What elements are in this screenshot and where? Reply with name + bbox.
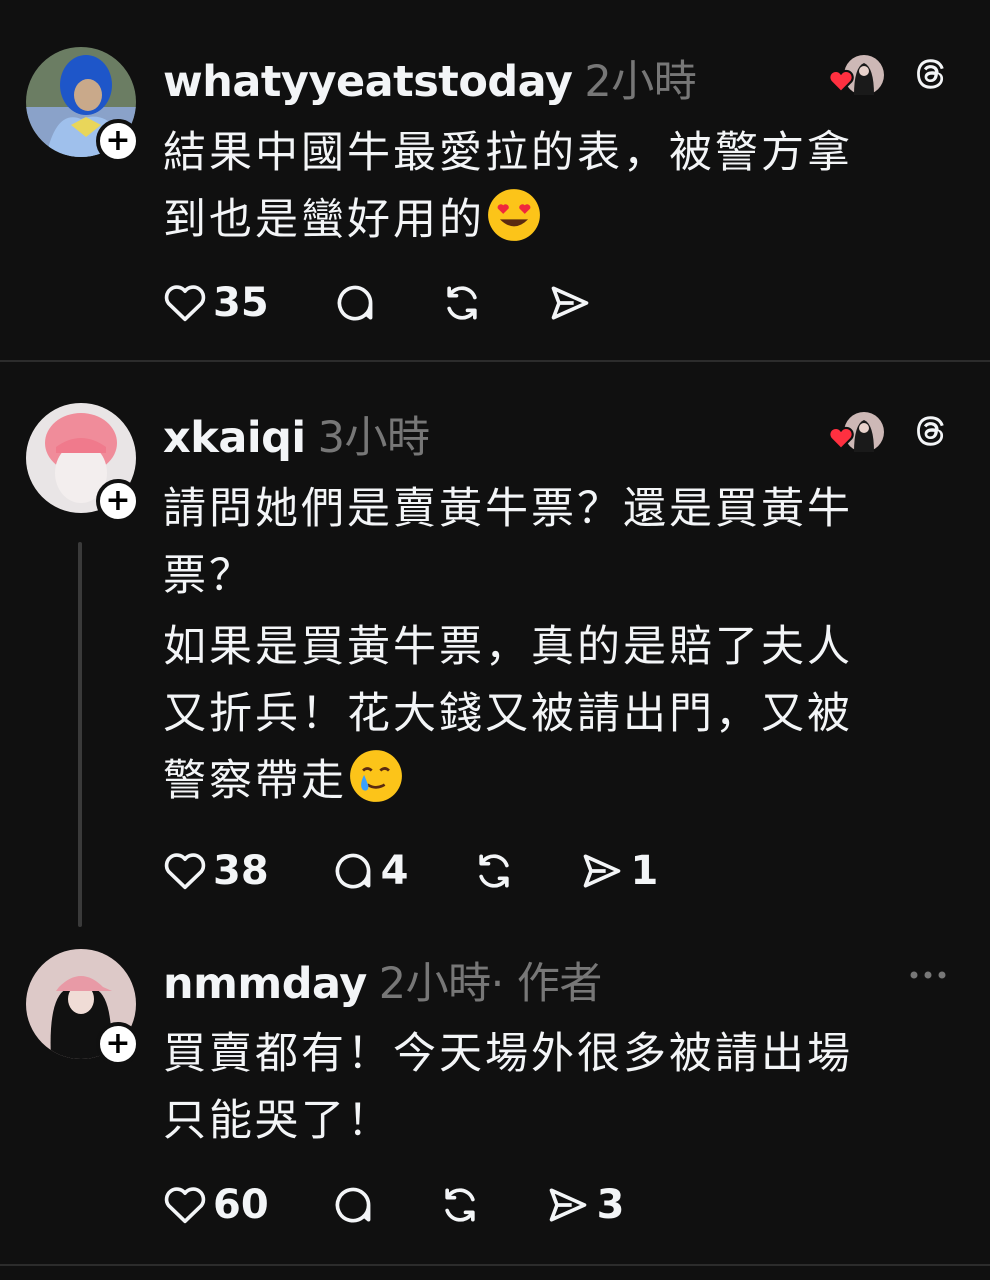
comment-post: + xkaiqi 3小時 請問她們是賣黃牛票？還是買黃牛 票？ 如果是買黃牛票，真… [0, 362, 990, 927]
divider [0, 1264, 990, 1266]
like-button[interactable]: 35 [163, 280, 269, 326]
repost-icon [445, 1188, 475, 1222]
text-line: 買賣都有！今天場外很多被請出場 [163, 1029, 853, 1079]
repost-button[interactable] [471, 849, 517, 893]
reply-button[interactable] [333, 281, 377, 325]
speech-bubble-icon [335, 853, 371, 889]
speech-bubble-icon [337, 285, 373, 321]
reply-button[interactable]: 4 [331, 848, 409, 894]
text-line: 票？ [163, 551, 255, 601]
text-line: 到也是蠻好用的 [163, 195, 485, 245]
username[interactable]: nmmday [163, 959, 367, 1009]
comment-header: whatyyeatstoday 2小時 [163, 47, 697, 109]
engagement-indicators [828, 53, 888, 97]
username[interactable]: xkaiqi [163, 413, 306, 463]
threads-logo-icon[interactable] [908, 410, 950, 452]
like-count: 35 [213, 280, 269, 326]
send-icon [583, 854, 620, 888]
action-bar: 38 4 1 [163, 846, 658, 896]
more-dots-icon[interactable] [906, 963, 950, 987]
repost-icon [447, 286, 477, 320]
comment-post: + nmmday 2小時· 作者 買賣都有！今天場外很多被請出場 只能哭了！ 60… [0, 927, 990, 1280]
timestamp: 2小時 [378, 959, 491, 1009]
text-line: 如果是買黃牛票，真的是賠了夫人 [163, 622, 853, 672]
timestamp: 3小時 [317, 413, 430, 463]
crying-smile-emoji-icon [349, 749, 403, 823]
comment-header: xkaiqi 3小時 [163, 403, 430, 465]
threads-logo-icon[interactable] [908, 53, 950, 95]
follow-plus-button[interactable]: + [96, 1022, 140, 1066]
repost-button[interactable] [437, 1183, 483, 1227]
text-line: 警察帶走 [163, 756, 347, 806]
speech-bubble-icon [335, 1187, 371, 1223]
comment-header: nmmday 2小時· 作者 [163, 949, 602, 1011]
send-icon [551, 286, 589, 320]
liked-by-author-indicator[interactable] [828, 410, 888, 454]
share-count: 3 [596, 1182, 625, 1228]
timestamp: 2小時 [584, 57, 697, 107]
action-bar: 35 [163, 278, 593, 328]
repost-icon [478, 854, 509, 888]
text-line: 結果中國牛最愛拉的表，被警方拿 [163, 128, 853, 178]
share-button[interactable] [547, 281, 593, 325]
share-button[interactable]: 1 [579, 848, 659, 894]
like-button[interactable]: 38 [163, 848, 269, 894]
engagement-indicators [828, 410, 888, 454]
reply-button[interactable] [331, 1183, 375, 1227]
reply-count: 4 [380, 848, 409, 894]
username[interactable]: whatyyeatstoday [163, 57, 573, 107]
heart-outline-icon [164, 1187, 206, 1224]
like-button[interactable]: 60 [163, 1182, 269, 1228]
comment-post: + whatyyeatstoday 2小時 結果中國牛最愛拉的表，被警方拿 到也是… [0, 0, 990, 360]
share-button[interactable]: 3 [545, 1182, 625, 1228]
heart-filled-icon [828, 69, 854, 93]
text-line: 只能哭了！ [163, 1096, 393, 1146]
heart-outline-icon [164, 285, 206, 322]
repost-button[interactable] [439, 281, 485, 325]
follow-plus-button[interactable]: + [96, 479, 140, 523]
text-line: 請問她們是賣黃牛票？還是買黃牛 [163, 484, 853, 534]
author-label: · 作者 [490, 959, 603, 1009]
send-icon [549, 1188, 587, 1222]
share-count: 1 [630, 848, 659, 894]
heart-filled-icon [828, 426, 854, 450]
comment-text: 買賣都有！今天場外很多被請出場 只能哭了！ [163, 1021, 943, 1155]
like-count: 60 [213, 1182, 269, 1228]
heart-outline-icon [164, 853, 206, 890]
follow-plus-button[interactable]: + [96, 119, 140, 163]
text-line: 又折兵！花大錢又被請出門，又被 [163, 689, 853, 739]
liked-by-author-indicator[interactable] [828, 53, 888, 97]
comment-text: 結果中國牛最愛拉的表，被警方拿 到也是蠻好用的 [163, 120, 943, 262]
thread-line [78, 542, 82, 927]
like-count: 38 [213, 848, 269, 894]
action-bar: 60 3 [163, 1180, 625, 1230]
comment-text: 請問她們是賣黃牛票？還是買黃牛 票？ 如果是買黃牛票，真的是賠了夫人 又折兵！花… [163, 476, 943, 823]
heart-eyes-emoji-icon [487, 188, 541, 262]
